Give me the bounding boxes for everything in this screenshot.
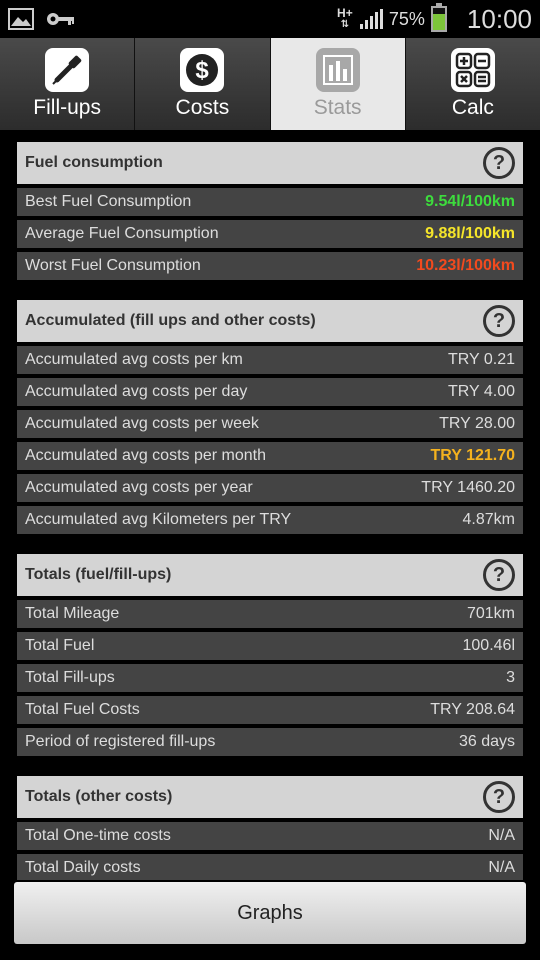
row-label: Accumulated avg costs per year <box>25 479 253 496</box>
list-item: Best Fuel Consumption 9.54l/100km <box>17 188 523 216</box>
row-label: Total Mileage <box>25 605 120 622</box>
row-value: 9.54l/100km <box>425 193 515 210</box>
fuel-pump-icon <box>45 48 90 92</box>
row-value: 10.23l/100km <box>416 257 515 274</box>
section-header: Fuel consumption ? <box>17 142 523 184</box>
section-accumulated: Accumulated (fill ups and other costs) ?… <box>17 300 523 534</box>
row-label: Best Fuel Consumption <box>25 193 192 210</box>
help-icon[interactable]: ? <box>483 147 515 179</box>
signal-icon <box>359 9 383 29</box>
section-title: Totals (other costs) <box>25 788 173 805</box>
section-totals-fuel: Totals (fuel/fill-ups) ? Total Mileage 7… <box>17 554 523 756</box>
row-label: Total Daily costs <box>25 859 141 876</box>
row-label: Accumulated avg costs per month <box>25 447 267 464</box>
tab-fill-ups[interactable]: Fill-ups <box>0 38 136 130</box>
battery-icon <box>430 3 447 32</box>
row-label: Total One-time costs <box>25 827 171 844</box>
row-label: Total Fill-ups <box>25 669 115 686</box>
list-item: Total Daily costs N/A <box>17 854 523 880</box>
section-header: Totals (other costs) ? <box>17 776 523 818</box>
calculator-icon <box>450 48 495 92</box>
row-value: 100.46l <box>462 637 516 654</box>
section-title: Fuel consumption <box>25 154 163 171</box>
section-fuel-consumption: Fuel consumption ? Best Fuel Consumption… <box>17 142 523 280</box>
tab-bar: Fill-ups $ Costs Stats Calc <box>0 38 540 130</box>
list-item: Total Fuel Costs TRY 208.64 <box>17 696 523 724</box>
row-label: Accumulated avg costs per km <box>25 351 243 368</box>
tab-costs[interactable]: $ Costs <box>135 38 271 130</box>
list-item: Accumulated avg costs per km TRY 0.21 <box>17 346 523 374</box>
list-item: Average Fuel Consumption 9.88l/100km <box>17 220 523 248</box>
section-header: Totals (fuel/fill-ups) ? <box>17 554 523 596</box>
list-item: Accumulated avg Kilometers per TRY 4.87k… <box>17 506 523 534</box>
row-label: Average Fuel Consumption <box>25 225 219 242</box>
list-item: Accumulated avg costs per month TRY 121.… <box>17 442 523 470</box>
row-value: 701km <box>466 605 515 622</box>
section-totals-other: Totals (other costs) ? Total One-time co… <box>17 776 523 880</box>
section-title: Totals (fuel/fill-ups) <box>25 566 172 583</box>
help-icon[interactable]: ? <box>483 781 515 813</box>
tab-stats[interactable]: Stats <box>270 38 406 130</box>
row-label: Worst Fuel Consumption <box>25 257 201 274</box>
list-item: Accumulated avg costs per year TRY 1460.… <box>17 474 523 502</box>
key-icon <box>47 13 74 25</box>
row-value: 4.87km <box>462 511 515 528</box>
tab-calc[interactable]: Calc <box>405 38 540 130</box>
list-item: Total One-time costs N/A <box>17 822 523 850</box>
row-label: Accumulated avg costs per day <box>25 383 248 400</box>
row-label: Accumulated avg costs per week <box>25 415 259 432</box>
svg-text:$: $ <box>196 57 210 84</box>
row-label: Total Fuel <box>25 637 95 654</box>
list-item: Total Mileage 701km <box>17 600 523 628</box>
row-value: 9.88l/100km <box>425 225 515 242</box>
row-value: TRY 208.64 <box>430 701 515 718</box>
status-bar: H+ ⇅ 75% 10:00 <box>0 0 540 38</box>
tab-label: Fill-ups <box>33 96 101 119</box>
section-title: Accumulated (fill ups and other costs) <box>25 312 316 329</box>
tab-label: Costs <box>175 96 230 119</box>
bottom-bar: Graphs <box>0 880 540 960</box>
row-value: TRY 28.00 <box>439 415 515 432</box>
list-item: Worst Fuel Consumption 10.23l/100km <box>17 252 523 280</box>
dollar-icon: $ <box>180 48 225 92</box>
row-value: TRY 1460.20 <box>421 479 515 496</box>
list-item: Total Fill-ups 3 <box>17 664 523 692</box>
battery-percent: 75% <box>388 8 425 29</box>
row-label: Period of registered fill-ups <box>25 733 216 750</box>
row-value: 3 <box>506 669 515 686</box>
help-icon[interactable]: ? <box>483 305 515 337</box>
row-label: Total Fuel Costs <box>25 701 140 718</box>
list-item: Accumulated avg costs per week TRY 28.00 <box>17 410 523 438</box>
list-item: Period of registered fill-ups 36 days <box>17 728 523 756</box>
network-indicator: H+ ⇅ <box>337 6 353 30</box>
tab-label: Stats <box>313 96 362 119</box>
tab-label: Calc <box>451 96 494 119</box>
row-value: TRY 121.70 <box>430 447 516 464</box>
row-value: N/A <box>488 859 515 876</box>
section-header: Accumulated (fill ups and other costs) ? <box>17 300 523 342</box>
row-value: TRY 4.00 <box>447 383 515 400</box>
row-value: TRY 0.21 <box>447 351 515 368</box>
image-icon <box>8 8 34 30</box>
bar-chart-icon <box>315 48 360 92</box>
graphs-button[interactable]: Graphs <box>14 882 526 944</box>
clock: 10:00 <box>466 3 532 34</box>
row-value: 36 days <box>458 733 515 750</box>
row-value: N/A <box>488 827 515 844</box>
help-icon[interactable]: ? <box>483 559 515 591</box>
stats-list[interactable]: Fuel consumption ? Best Fuel Consumption… <box>0 130 540 880</box>
row-label: Accumulated avg Kilometers per TRY <box>25 511 292 528</box>
list-item: Accumulated avg costs per day TRY 4.00 <box>17 378 523 406</box>
list-item: Total Fuel 100.46l <box>17 632 523 660</box>
